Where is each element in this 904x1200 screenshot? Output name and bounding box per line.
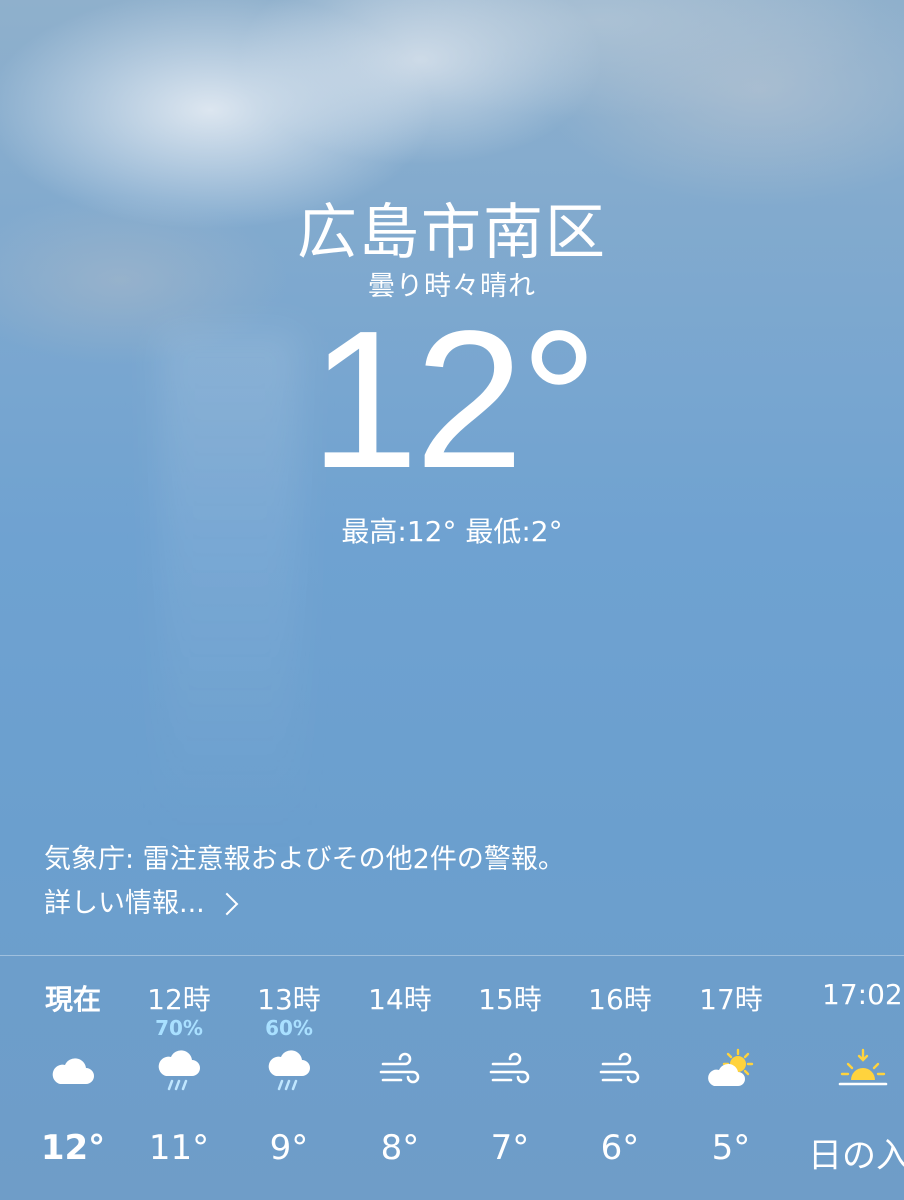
- chevron-right-icon: [215, 892, 239, 916]
- hourly-forecast[interactable]: 現在 12° 12時 70% 11° 13時 60% 9° 14時 8° 15時: [0, 956, 904, 1200]
- more-info-label: 詳しい情報...: [44, 888, 205, 919]
- hourly-item: 16時 6°: [565, 956, 675, 1200]
- hourly-item: 現在 12°: [18, 956, 128, 1200]
- cloud-icon: [52, 1058, 94, 1084]
- more-info-link[interactable]: 詳しい情報...: [44, 882, 565, 926]
- sunset-icon: [838, 1048, 888, 1086]
- hour-temperature: 5°: [711, 1128, 751, 1168]
- hour-label: 15時: [478, 983, 542, 1016]
- hour-temperature: 11°: [148, 1128, 210, 1168]
- hour-temperature: 6°: [600, 1128, 640, 1168]
- hourly-item: 17:02 日の入: [808, 956, 904, 1200]
- wind-icon: [489, 1052, 530, 1084]
- hour-label: 17時: [699, 983, 763, 1016]
- wind-icon: [379, 1052, 420, 1084]
- hour-label: 17:02: [822, 978, 903, 1011]
- hourly-item: 17時 5°: [676, 956, 786, 1200]
- hourly-item: 14時 8°: [345, 956, 455, 1200]
- hour-temperature: 9°: [269, 1128, 309, 1168]
- precip-chance: 70%: [155, 1016, 203, 1040]
- hour-temperature: 日の入: [808, 1136, 904, 1176]
- cloud-rain-icon: [268, 1050, 310, 1091]
- hour-temperature: 8°: [380, 1128, 420, 1168]
- cloud-rain-icon: [158, 1050, 200, 1091]
- hour-label: 現在: [44, 983, 101, 1016]
- hour-temperature: 7°: [490, 1128, 530, 1168]
- high-low-temperature: 最高:12° 最低:2°: [341, 515, 563, 548]
- hour-label: 14時: [368, 983, 432, 1016]
- hour-label: 16時: [588, 983, 652, 1016]
- hour-label: 13時: [257, 983, 321, 1016]
- hourly-item: 12時 70% 11°: [124, 956, 234, 1200]
- hourly-item: 15時 7°: [455, 956, 565, 1200]
- current-temperature: 12°: [309, 290, 598, 509]
- hour-label: 12時: [147, 983, 211, 1016]
- wind-icon: [599, 1052, 640, 1084]
- hourly-item: 13時 60% 9°: [234, 956, 344, 1200]
- weather-alert[interactable]: 気象庁: 雷注意報およびその他2件の警報。 詳しい情報...: [44, 838, 565, 926]
- precip-chance: 60%: [265, 1016, 313, 1040]
- partly-cloudy-icon: [708, 1048, 754, 1086]
- alert-text: 気象庁: 雷注意報およびその他2件の警報。: [44, 844, 565, 875]
- hour-temperature: 12°: [40, 1128, 106, 1168]
- location-name: 広島市南区: [297, 198, 607, 268]
